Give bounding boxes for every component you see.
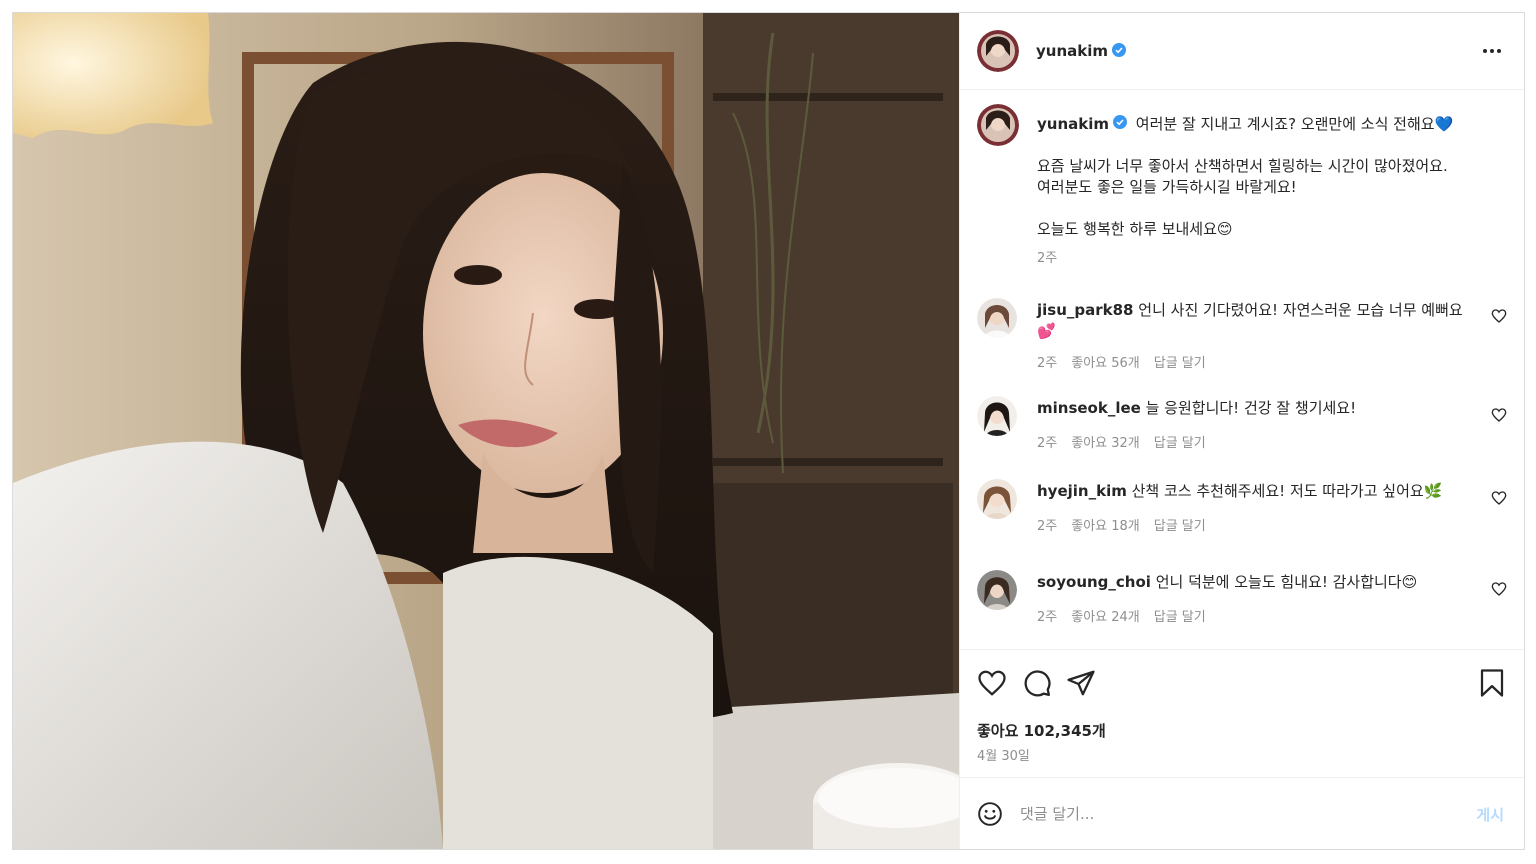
comment-time[interactable]: 2주 [1037,432,1057,451]
post-header: yunakim [960,13,1524,90]
comment-time[interactable]: 2주 [1037,606,1057,625]
comment-likes[interactable]: 좋아요 32개 [1071,432,1140,451]
reply-button[interactable]: 답글 달기 [1154,606,1206,625]
reply-button[interactable]: 답글 달기 [1154,432,1206,451]
comment-username[interactable]: soyoung_choi [1037,573,1151,591]
comment-body: 산책 코스 추천해주세요! 저도 따라가고 싶어요🌿 [1131,482,1443,500]
comment-time[interactable]: 2주 [1037,515,1057,534]
commenter-avatar[interactable] [977,396,1017,436]
comment-like-icon[interactable] [1491,581,1507,597]
commenter-avatar[interactable] [977,570,1017,610]
author-avatar[interactable] [977,30,1019,72]
comment-like-icon[interactable] [1491,490,1507,506]
likes-count[interactable]: 좋아요 102,345개 [977,720,1106,741]
caption-username[interactable]: yunakim [1037,115,1109,133]
caption-line-3: 여러분도 좋은 일들 가득하시길 바랄게요! [1037,178,1297,196]
post-details-panel: yunakim yunakim 여러분 잘 지내고 계시죠? 오랜만에 소식 전… [959,13,1524,849]
smiley-icon[interactable] [977,801,1003,827]
author-username[interactable]: yunakim [1036,42,1108,60]
post-comment-button[interactable]: 게시 [1476,804,1504,825]
comment-meta: 2주 좋아요 56개 답글 달기 [1037,352,1206,371]
comment-composer: 게시 [960,777,1524,849]
comment-text: hyejin_kim 산책 코스 추천해주세요! 저도 따라가고 싶어요🌿 [1037,481,1477,502]
comment-username[interactable]: minseok_lee [1037,399,1141,417]
comment-time[interactable]: 2주 [1037,352,1057,371]
caption-line-4: 오늘도 행복한 하루 보내세요😊 [1037,220,1233,238]
comment-item: soyoung_choi 언니 덕분에 오늘도 힘내요! 감사합니다😊 2주 좋… [977,570,1507,630]
commenter-avatar[interactable] [977,479,1017,519]
action-bar: 좋아요 102,345개 4월 30일 [960,649,1524,791]
comment-likes[interactable]: 좋아요 56개 [1071,352,1140,371]
comment-text: soyoung_choi 언니 덕분에 오늘도 힘내요! 감사합니다😊 [1037,572,1477,593]
comment-item: jisu_park88 언니 사진 기다렸어요! 자연스러운 모습 너무 예뻐요… [977,298,1507,378]
post-photo[interactable] [13,13,959,849]
post-modal: yunakim yunakim 여러분 잘 지내고 계시죠? 오랜만에 소식 전… [12,12,1525,850]
more-options-icon[interactable] [1480,39,1504,63]
comment-item: minseok_lee 늘 응원합니다! 건강 잘 챙기세요! 2주 좋아요 3… [977,396,1507,456]
comment-input[interactable] [1020,800,1440,828]
comment-username[interactable]: hyejin_kim [1037,482,1127,500]
comment-text: minseok_lee 늘 응원합니다! 건강 잘 챙기세요! [1037,398,1477,419]
comment-meta: 2주 좋아요 18개 답글 달기 [1037,515,1206,534]
caption-body: yunakim 여러분 잘 지내고 계시죠? 오랜만에 소식 전해요💙 요즘 날… [1037,114,1505,269]
caption-avatar[interactable] [977,104,1019,146]
post-date: 4월 30일 [977,749,1030,764]
comment-like-icon[interactable] [1491,308,1507,324]
caption-line-1: 여러분 잘 지내고 계시죠? 오랜만에 소식 전해요💙 [1135,115,1454,133]
comment-meta: 2주 좋아요 32개 답글 달기 [1037,432,1206,451]
caption-line-2: 요즘 날씨가 너무 좋아서 산책하면서 힐링하는 시간이 많아졌어요. [1037,157,1448,175]
caption: yunakim 여러분 잘 지내고 계시죠? 오랜만에 소식 전해요💙 요즘 날… [977,104,1497,266]
photo-illustration [13,13,959,849]
comment-like-icon[interactable] [1491,407,1507,423]
heart-icon[interactable] [977,668,1007,698]
send-icon[interactable] [1066,668,1096,698]
commenter-avatar[interactable] [977,298,1017,338]
comment-likes[interactable]: 좋아요 18개 [1071,515,1140,534]
bookmark-icon[interactable] [1477,668,1507,698]
reply-button[interactable]: 답글 달기 [1154,352,1206,371]
verified-badge-icon [1112,42,1127,61]
comment-username[interactable]: jisu_park88 [1037,301,1134,319]
comment-icon[interactable] [1022,668,1052,698]
comment-text: jisu_park88 언니 사진 기다렸어요! 자연스러운 모습 너무 예뻐요… [1037,300,1477,342]
comment-likes[interactable]: 좋아요 24개 [1071,606,1140,625]
comment-item: hyejin_kim 산책 코스 추천해주세요! 저도 따라가고 싶어요🌿 2주… [977,479,1507,539]
verified-badge-icon [1113,114,1128,135]
comment-body: 언니 덕분에 오늘도 힘내요! 감사합니다😊 [1155,573,1418,591]
comment-meta: 2주 좋아요 24개 답글 달기 [1037,606,1206,625]
reply-button[interactable]: 답글 달기 [1154,515,1206,534]
comments-scroll-area[interactable]: yunakim 여러분 잘 지내고 계시죠? 오랜만에 소식 전해요💙 요즘 날… [960,91,1524,648]
caption-time[interactable]: 2주 [1037,248,1505,269]
comment-body: 늘 응원합니다! 건강 잘 챙기세요! [1145,399,1357,417]
